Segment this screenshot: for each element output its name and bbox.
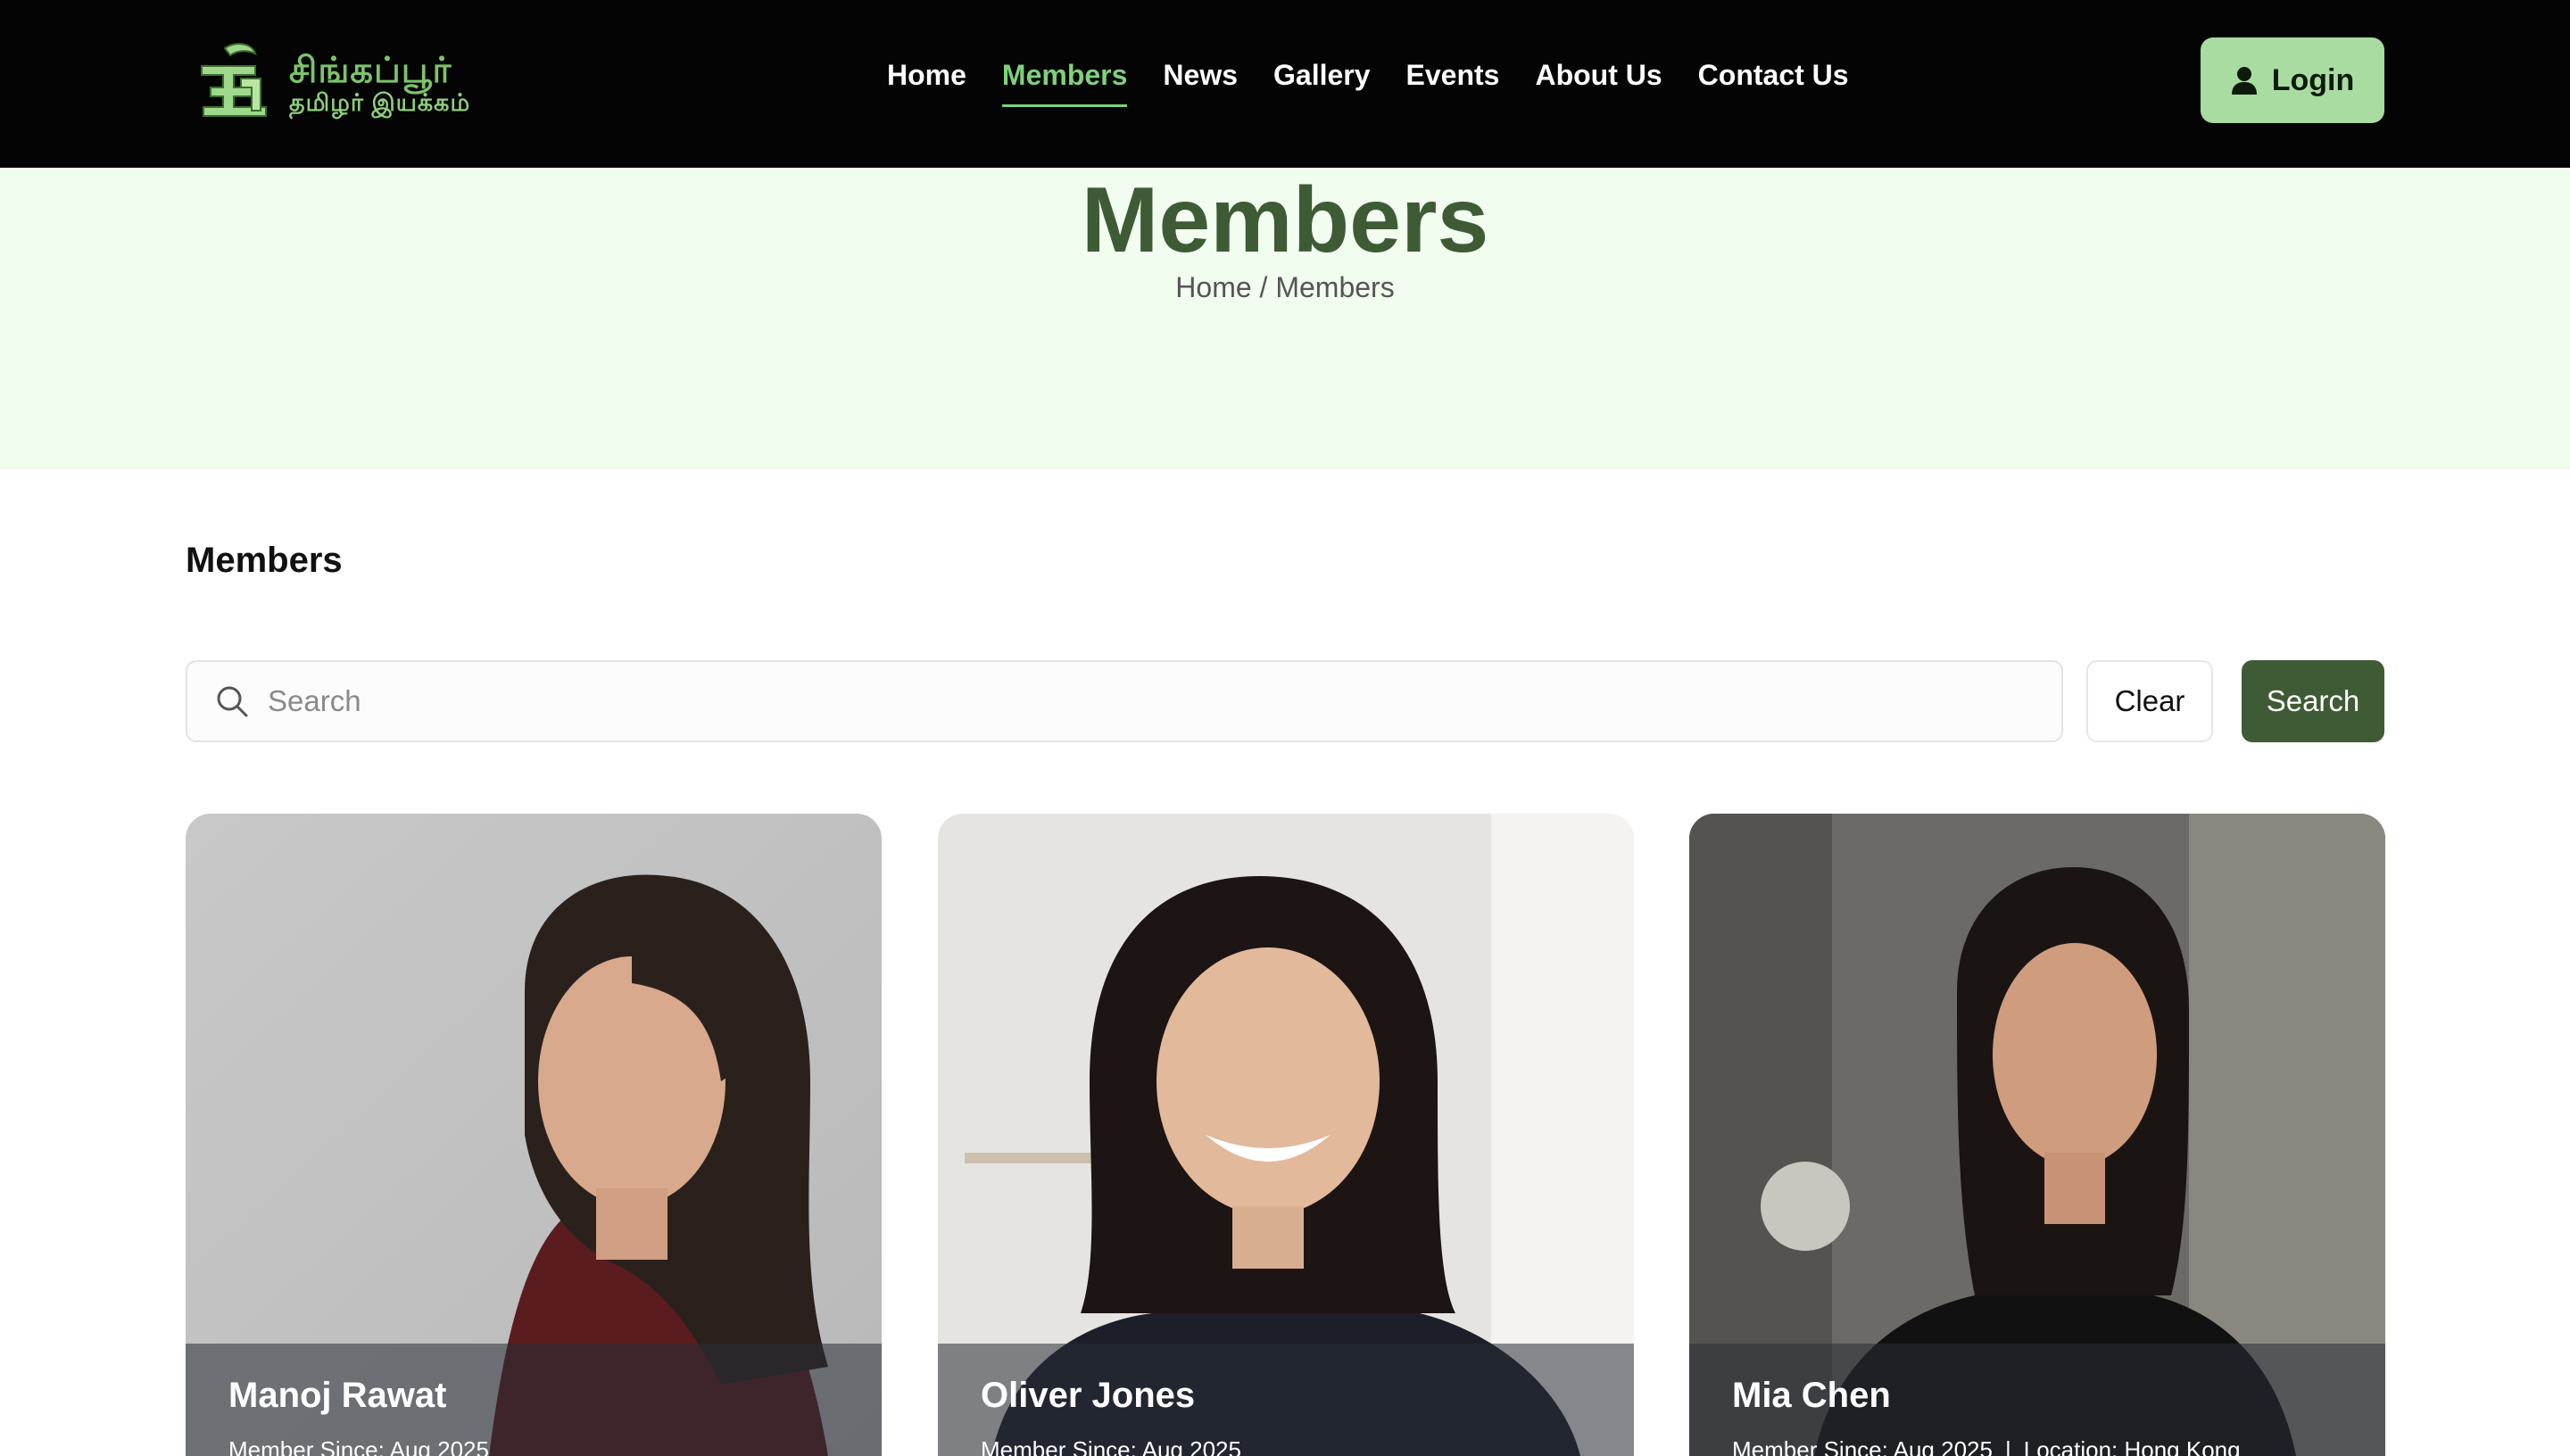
- member-since: Member Since: Aug 2025: [981, 1436, 1241, 1456]
- member-name: Manoj Rawat: [228, 1376, 447, 1415]
- member-meta: Member Since: Aug 2025: [981, 1436, 1241, 1456]
- nav-item-home[interactable]: Home: [887, 59, 966, 107]
- clear-button[interactable]: Clear: [2086, 660, 2213, 742]
- member-card[interactable]: Mia Chen Member Since: Aug 2025 | Location…: [1689, 814, 2385, 1456]
- member-name: Oliver Jones: [981, 1376, 1196, 1415]
- member-since: Member Since: Aug 2025: [228, 1436, 489, 1456]
- page-hero: Members Home / Members: [0, 168, 2570, 469]
- breadcrumb-current: Members: [1275, 271, 1395, 303]
- search-button[interactable]: Search: [2242, 660, 2384, 742]
- nav-item-news[interactable]: News: [1163, 59, 1238, 107]
- logo-text-line1: சிங்கப்பூர்: [289, 51, 452, 91]
- member-name: Mia Chen: [1732, 1376, 1891, 1415]
- member-card[interactable]: Oliver Jones Member Since: Aug 2025: [938, 814, 1634, 1456]
- search-box: [186, 660, 2063, 742]
- nav-item-contact-us[interactable]: Contact Us: [1698, 59, 1849, 107]
- search-icon: [217, 686, 248, 717]
- breadcrumb-home-link[interactable]: Home: [1175, 271, 1251, 303]
- member-since: Member Since: Aug 2025: [1732, 1436, 1993, 1456]
- breadcrumb: Home / Members: [0, 271, 2570, 304]
- section-title: Members: [186, 541, 343, 580]
- member-card[interactable]: Manoj Rawat Member Since: Aug 2025: [186, 814, 882, 1456]
- member-meta: Member Since: Aug 2025 | Location: Hong Ko…: [1732, 1436, 2241, 1456]
- logo-text: சிங்கப்பூர் தமிழர் இயக்கம்: [289, 51, 470, 117]
- site-logo[interactable]: சிங்கப்பூர் தமிழர் இயக்கம்: [189, 36, 493, 132]
- meta-separator: |: [2004, 1436, 2011, 1456]
- login-button-label: Login: [2271, 62, 2355, 97]
- nav-item-gallery[interactable]: Gallery: [1273, 59, 1371, 107]
- user-icon: [2231, 67, 2257, 95]
- search-input[interactable]: [266, 683, 2033, 719]
- site-header: சிங்கப்பூர் தமிழர் இயக்கம் Home Members …: [0, 0, 2570, 168]
- nav-item-members[interactable]: Members: [1001, 59, 1128, 107]
- nav-item-events[interactable]: Events: [1406, 59, 1500, 107]
- logo-text-line2: தமிழர் இயக்கம்: [289, 89, 471, 117]
- breadcrumb-separator: /: [1259, 271, 1268, 303]
- nav-item-about-us[interactable]: About Us: [1535, 59, 1662, 107]
- member-location: Location: Hong Kong: [2023, 1436, 2241, 1456]
- logo-emblem-icon: [201, 43, 267, 117]
- main-nav: Home Members News Gallery Events About U…: [887, 59, 1849, 107]
- member-meta: Member Since: Aug 2025: [228, 1436, 489, 1456]
- page-title: Members: [1081, 169, 1489, 272]
- login-button[interactable]: Login: [2201, 37, 2384, 123]
